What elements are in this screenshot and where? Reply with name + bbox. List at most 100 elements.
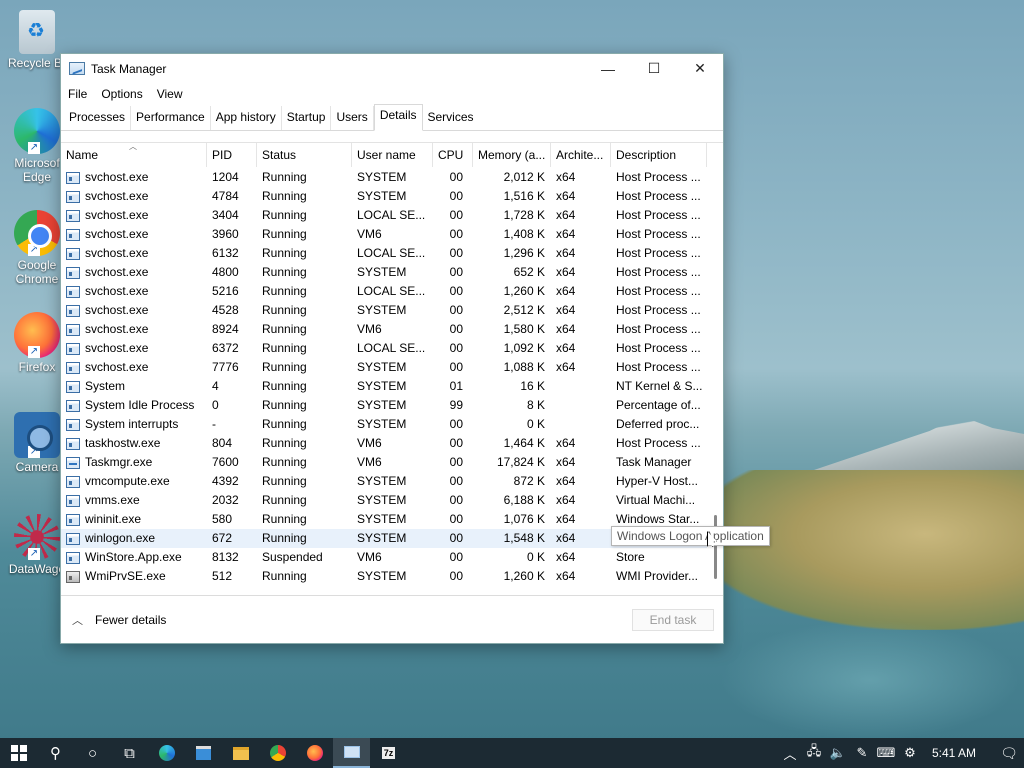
table-row[interactable]: svchost.exe 7776 Running SYSTEM 00 1,088 K x64… — [61, 358, 707, 377]
menu-options[interactable]: Options — [101, 87, 142, 101]
taskbar-task-manager[interactable] — [333, 738, 370, 768]
chrome-icon: ↗ — [14, 210, 60, 256]
tab-users[interactable]: Users — [331, 106, 374, 130]
fewer-details-button[interactable]: ︿ Fewer details — [72, 612, 166, 628]
process-name-cell: winlogon.exe — [61, 529, 207, 548]
table-row[interactable]: svchost.exe 8924 Running VM6 00 1,580 K x64 Hos… — [61, 320, 707, 339]
tab-performance[interactable]: Performance — [131, 106, 211, 130]
tab-services[interactable]: Services — [423, 106, 479, 130]
table-row[interactable]: Taskmgr.exe 7600 Running VM6 00 17,824 K x64 Ta… — [61, 453, 707, 472]
tab-app-history[interactable]: App history — [211, 106, 282, 130]
process-name-cell: svchost.exe — [61, 320, 207, 339]
tab-details[interactable]: Details — [373, 104, 423, 131]
process-pid-cell: 7776 — [212, 360, 239, 374]
process-mem-cell: 0 K — [526, 550, 545, 564]
process-name: System Idle Process — [85, 398, 195, 412]
start-button[interactable] — [0, 738, 37, 768]
table-row[interactable]: WinStore.App.exe 8132 Suspended VM6 00 0 K x64… — [61, 548, 707, 567]
maximize-button[interactable]: ☐ — [631, 54, 677, 83]
table-row[interactable]: svchost.exe 4800 Running SYSTEM 00 652 K x64 Ho… — [61, 263, 707, 282]
process-user-cell: SYSTEM — [357, 512, 407, 526]
column-header-status[interactable]: Status — [257, 142, 352, 167]
table-row[interactable]: vmcompute.exe 4392 Running SYSTEM 00 872 K x64… — [61, 472, 707, 491]
notification-center-icon[interactable]: 🗨 — [994, 745, 1024, 762]
column-header-architecture[interactable]: Archite... — [551, 142, 611, 167]
process-user-cell: LOCAL SE... — [357, 341, 426, 355]
store-icon — [196, 746, 211, 760]
column-header-cpu[interactable]: CPU — [433, 142, 473, 167]
process-status-cell: Running — [262, 455, 307, 469]
process-status-cell: Running — [262, 227, 307, 241]
process-arch-cell: x64 — [556, 474, 576, 488]
process-name-cell: taskhostw.exe — [61, 434, 207, 453]
taskbar-chrome[interactable] — [259, 738, 296, 768]
process-cpu-cell: 00 — [449, 360, 463, 374]
process-user-cell: SYSTEM — [357, 398, 407, 412]
taskbar-firefox[interactable] — [296, 738, 333, 768]
clock[interactable]: 5:41 AM — [932, 746, 976, 760]
table-row[interactable]: taskhostw.exe 804 Running VM6 00 1,464 K x64 Ho… — [61, 434, 707, 453]
touch-keyboard-icon[interactable]: ⌨ — [874, 745, 898, 761]
taskbar-file-explorer[interactable] — [222, 738, 259, 768]
search-button[interactable]: ⚲ — [37, 738, 74, 768]
table-row[interactable]: WmiPrvSE.exe 512 Running SYSTEM 00 1,260 K x64… — [61, 567, 707, 586]
table-row[interactable]: svchost.exe 5216 Running LOCAL SE... 00 1,260… — [61, 282, 707, 301]
table-row[interactable]: System Idle Process 0 Running SYSTEM 99 8 K Pe… — [61, 396, 707, 415]
process-user-cell: SYSTEM — [357, 360, 407, 374]
process-name: svchost.exe — [85, 265, 149, 279]
minimize-button[interactable]: — — [585, 54, 631, 83]
end-task-button[interactable]: End task — [632, 608, 714, 631]
title-bar[interactable]: Task Manager — ☐ ✕ — [61, 54, 723, 83]
shortcut-arrow-icon: ↗ — [28, 142, 40, 154]
column-header-user-name[interactable]: User name — [352, 142, 433, 167]
process-user-cell: SYSTEM — [357, 569, 407, 583]
table-row[interactable]: System 4 Running SYSTEM 01 16 K NT Kernel & S.… — [61, 377, 707, 396]
table-row[interactable]: svchost.exe 4528 Running SYSTEM 00 2,512 K x64… — [61, 301, 707, 320]
process-name: svchost.exe — [85, 227, 149, 241]
process-icon — [66, 323, 80, 336]
process-user-cell: SYSTEM — [357, 170, 407, 184]
menu-file[interactable]: File — [68, 87, 87, 101]
taskbar-store[interactable] — [185, 738, 222, 768]
tab-processes[interactable]: Processes — [64, 106, 132, 130]
pen-icon[interactable]: ✎ — [850, 745, 874, 761]
task-view-button[interactable]: ⧉ — [111, 738, 148, 768]
table-row[interactable]: svchost.exe 6132 Running LOCAL SE... 00 1,296… — [61, 244, 707, 263]
process-mem-cell: 1,076 K — [503, 512, 545, 526]
table-row[interactable]: svchost.exe 6372 Running LOCAL SE... 00 1,092… — [61, 339, 707, 358]
table-row[interactable]: svchost.exe 4784 Running SYSTEM 00 1,516 K x64… — [61, 187, 707, 206]
process-icon — [66, 247, 80, 260]
cortana-button[interactable]: ○ — [74, 738, 111, 768]
shortcut-arrow-icon: ↗ — [28, 346, 40, 358]
process-user-cell: SYSTEM — [357, 379, 407, 393]
network-icon[interactable]: 🖧 — [802, 742, 826, 764]
sort-ascending-icon: ︿ — [129, 142, 137, 151]
process-mem-cell: 1,296 K — [503, 246, 545, 260]
fewer-details-label: Fewer details — [95, 612, 167, 627]
table-row[interactable]: svchost.exe 3404 Running LOCAL SE... 00 1,728… — [61, 206, 707, 225]
volume-icon[interactable]: 🔈 — [826, 745, 850, 761]
process-pid-cell: 1204 — [212, 170, 239, 184]
process-status-cell: Running — [262, 417, 307, 431]
process-status-cell: Running — [262, 474, 307, 488]
process-arch-cell: x64 — [556, 512, 576, 526]
settings-gear-icon[interactable]: ⚙ — [898, 745, 922, 761]
column-header-pid[interactable]: PID — [207, 142, 257, 167]
table-row[interactable]: svchost.exe 3960 Running VM6 00 1,408 K x64 Hos… — [61, 225, 707, 244]
process-pid-cell: 580 — [212, 512, 233, 526]
process-name: System — [85, 379, 126, 393]
show-hidden-icons-chevron-icon[interactable]: ︿ — [778, 744, 802, 763]
vertical-scrollbar[interactable] — [714, 515, 717, 579]
firefox-icon: ↗ — [14, 312, 60, 358]
column-header-description[interactable]: Description — [611, 142, 707, 167]
table-row[interactable]: vmms.exe 2032 Running SYSTEM 00 6,188 K x64 Vir… — [61, 491, 707, 510]
table-row[interactable]: svchost.exe 1204 Running SYSTEM 00 2,012 K x64… — [61, 168, 707, 187]
column-header-memory[interactable]: Memory (a... — [473, 142, 551, 167]
taskbar-edge[interactable] — [148, 738, 185, 768]
close-button[interactable]: ✕ — [677, 54, 723, 83]
menu-view[interactable]: View — [157, 87, 183, 101]
process-user-cell: LOCAL SE... — [357, 246, 426, 260]
table-row[interactable]: System interrupts - Running SYSTEM 00 0 K Defe… — [61, 415, 707, 434]
taskbar-7zip[interactable]: 7z — [370, 738, 407, 768]
tab-startup[interactable]: Startup — [282, 106, 332, 130]
